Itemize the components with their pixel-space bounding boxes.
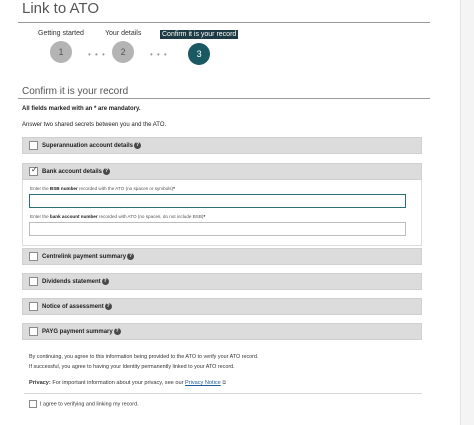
consent-text-2: If successful, you agree to having your … (29, 364, 235, 370)
step-getting-started: Getting started 1 (38, 30, 84, 63)
privacy-label: Privacy: (29, 380, 51, 386)
step-number: 3 (188, 43, 211, 65)
help-icon[interactable]: ? (113, 328, 121, 335)
required-mark: * (203, 214, 206, 219)
step-label: Your details (105, 30, 142, 37)
help-icon[interactable]: ? (104, 303, 112, 310)
page-title: Link to ATO (22, 0, 99, 17)
accordion-label: Superannuation account details (42, 143, 134, 150)
accordion-dividends[interactable]: Dividends statement? (22, 273, 422, 290)
superannuation-checkbox[interactable] (29, 141, 38, 150)
accordion-bank-account[interactable]: Bank account details? (22, 163, 422, 180)
mandatory-note: All fields marked with an * are mandator… (22, 106, 141, 112)
required-mark: * (173, 186, 175, 191)
bank-account-panel: Enter the BSB number recorded with the A… (22, 180, 422, 246)
consent-divider (24, 393, 422, 394)
account-label-bold: bank account number (49, 214, 98, 219)
step-connector: • • • (88, 50, 106, 59)
privacy-text: Privacy: For important information about… (29, 380, 226, 386)
centrelink-checkbox[interactable] (29, 252, 38, 261)
accordion-label: Notice of assessment (42, 304, 104, 311)
notice-of-assessment-checkbox[interactable] (29, 302, 38, 311)
right-scroll-edge (460, 0, 474, 425)
step-label: Getting started (38, 30, 84, 37)
bsb-label-post: recorded with the ATO (no spaces or symb… (77, 186, 174, 191)
account-label-post: recorded with ATO (no spaces, do not inc… (97, 214, 204, 219)
accordion-superannuation[interactable]: Superannuation account details? (22, 137, 422, 154)
accordion-label: Dividends statement (42, 279, 101, 286)
account-label-pre: Enter the (30, 214, 50, 219)
help-icon[interactable]: ? (134, 142, 142, 149)
step-number: 2 (112, 41, 135, 63)
step-label: Confirm it is your record (160, 30, 239, 39)
privacy-body: For important information about your pri… (50, 380, 185, 386)
agree-checkbox[interactable] (29, 400, 37, 408)
bsb-label: Enter the BSB number recorded with the A… (30, 186, 175, 191)
bank-account-checkbox[interactable] (29, 165, 38, 176)
accordion-label: PAYG payment summary (42, 329, 113, 336)
title-divider (18, 22, 430, 23)
help-icon[interactable]: ? (127, 253, 135, 260)
bsb-label-pre: Enter the (30, 186, 50, 191)
section-title: Confirm it is your record (22, 86, 129, 97)
page: Link to ATO Getting started 1 • • • Your… (0, 0, 474, 425)
bsb-label-bold: BSB number (49, 186, 78, 191)
progress-steps: Getting started 1 • • • Your details 2 •… (30, 30, 250, 72)
accordion-payg[interactable]: PAYG payment summary? (22, 323, 422, 340)
agree-label: I agree to verifying and linking my reco… (40, 401, 139, 408)
bsb-input[interactable] (29, 194, 406, 208)
payg-checkbox[interactable] (29, 327, 38, 336)
step-number: 1 (49, 41, 72, 63)
help-icon[interactable]: ? (103, 168, 111, 175)
accordion-notice-of-assessment[interactable]: Notice of assessment? (22, 298, 422, 315)
dividends-checkbox[interactable] (29, 277, 38, 286)
external-link-icon: ⧉ (222, 380, 226, 386)
consent-text-1: By continuing, you agree to this informa… (29, 354, 259, 360)
privacy-notice-link[interactable]: Privacy Notice (185, 380, 221, 386)
step-your-details: Your details 2 (105, 30, 141, 63)
accordion-label: Bank account details (42, 169, 103, 176)
accordion-label: Centrelink payment summary (42, 254, 127, 261)
section-divider (18, 98, 430, 99)
account-number-label: Enter the bank account number recorded w… (30, 214, 205, 219)
step-confirm-record: Confirm it is your record 3 (160, 30, 239, 65)
agree-row[interactable]: I agree to verifying and linking my reco… (29, 400, 139, 408)
help-icon[interactable]: ? (101, 278, 109, 285)
instruction-text: Answer two shared secrets between you an… (22, 122, 167, 128)
accordion-centrelink[interactable]: Centrelink payment summary? (22, 248, 422, 265)
account-number-input[interactable] (29, 222, 406, 236)
